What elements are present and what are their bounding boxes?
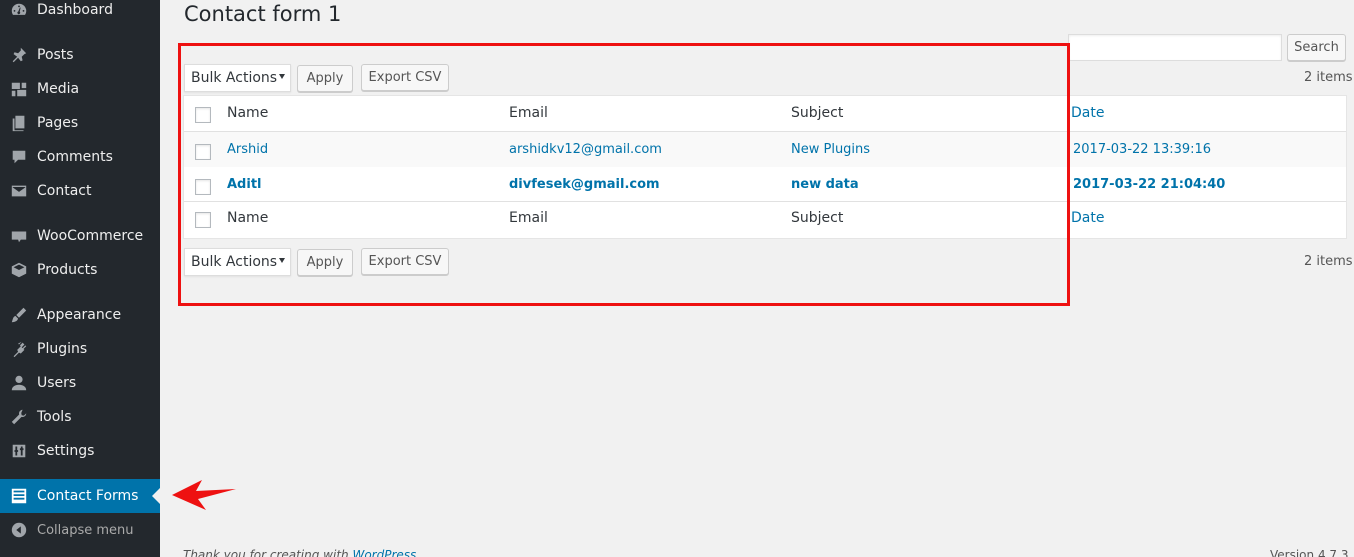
entry-date-link[interactable]: 2017-03-22 13:39:16: [1073, 142, 1211, 157]
sidebar-item-pages[interactable]: Pages: [0, 106, 160, 140]
sidebar-item-contact[interactable]: Contact: [0, 174, 160, 208]
search-input[interactable]: [1068, 34, 1282, 61]
entry-email-link[interactable]: arshidkv12@gmail.com: [509, 142, 662, 157]
export-csv-button-bottom[interactable]: Export CSV: [361, 248, 449, 275]
page-title: Contact form 1: [184, 2, 342, 26]
sidebar-item-label: Tools: [37, 409, 72, 425]
sidebar-item-comments[interactable]: Comments: [0, 140, 160, 174]
column-footer-subject[interactable]: Subject: [791, 210, 843, 226]
woocommerce-icon: [9, 226, 29, 246]
entry-date-link[interactable]: 2017-03-22 21:04:40: [1073, 177, 1225, 192]
footer-thanks: Thank you for creating with WordPress: [183, 548, 416, 557]
admin-sidebar: Dashboard Posts Media Pages Comments Con…: [0, 0, 160, 557]
chevron-down-icon: [279, 258, 285, 263]
sidebar-item-users[interactable]: Users: [0, 366, 160, 400]
apply-button-top[interactable]: Apply: [297, 65, 353, 92]
items-count-bottom: 2 items: [1304, 254, 1353, 269]
table-footer-row: Name Email Subject Date: [184, 202, 1346, 238]
sidebar-item-label: Appearance: [37, 307, 122, 323]
pages-icon: [9, 113, 29, 133]
entries-table: Name Email Subject Date Arshid arshidkv1…: [183, 95, 1347, 239]
wrench-icon: [9, 407, 29, 427]
settings-icon: [9, 441, 29, 461]
entry-email-link[interactable]: divfesek@gmail.com: [509, 177, 660, 192]
sidebar-item-posts[interactable]: Posts: [0, 38, 160, 72]
sidebar-item-dashboard[interactable]: Dashboard: [0, 0, 160, 27]
sidebar-item-label: Posts: [37, 47, 74, 63]
sidebar-item-tools[interactable]: Tools: [0, 400, 160, 434]
column-header-date[interactable]: Date: [1071, 105, 1104, 121]
sidebar-item-label: Media: [37, 81, 80, 97]
sidebar-item-label: Products: [37, 262, 98, 278]
collapse-label: Collapse menu: [37, 522, 134, 538]
user-icon: [9, 373, 29, 393]
select-all-checkbox[interactable]: [195, 107, 211, 123]
sidebar-item-label: Contact: [37, 183, 92, 199]
table-row: Arshid arshidkv12@gmail.com New Plugins …: [184, 132, 1346, 167]
sidebar-item-label: Comments: [37, 149, 113, 165]
bulk-actions-select-top[interactable]: Bulk Actions: [184, 64, 291, 92]
row-checkbox[interactable]: [195, 179, 211, 195]
pin-icon: [9, 45, 29, 65]
wordpress-link[interactable]: WordPress: [352, 548, 416, 557]
apply-button-bottom[interactable]: Apply: [297, 249, 353, 276]
table-row: Aditl divfesek@gmail.com new data 2017-0…: [184, 167, 1346, 202]
red-arrow-annotation: [172, 480, 236, 510]
sidebar-item-appearance[interactable]: Appearance: [0, 298, 160, 332]
list-icon: [9, 486, 29, 506]
sidebar-item-label: Settings: [37, 443, 95, 459]
column-footer-email[interactable]: Email: [509, 210, 548, 226]
bulk-actions-label: Bulk Actions: [191, 70, 278, 86]
sidebar-item-settings[interactable]: Settings: [0, 434, 160, 468]
bulk-actions-label: Bulk Actions: [191, 254, 278, 270]
chevron-down-icon: [279, 74, 285, 79]
search-button[interactable]: Search: [1287, 34, 1346, 61]
sidebar-item-label: Pages: [37, 115, 79, 131]
column-footer-name[interactable]: Name: [227, 210, 268, 226]
sidebar-item-media[interactable]: Media: [0, 72, 160, 106]
items-count-top: 2 items: [1304, 70, 1353, 85]
column-footer-date[interactable]: Date: [1071, 210, 1104, 226]
plug-icon: [9, 339, 29, 359]
bulk-actions-select-bottom[interactable]: Bulk Actions: [184, 248, 291, 276]
column-header-subject[interactable]: Subject: [791, 105, 843, 121]
column-header-email[interactable]: Email: [509, 105, 548, 121]
sidebar-item-label: Plugins: [37, 341, 88, 357]
sidebar-item-plugins[interactable]: Plugins: [0, 332, 160, 366]
row-checkbox[interactable]: [195, 144, 211, 160]
footer-thanks-prefix: Thank you for creating with: [183, 548, 353, 557]
sidebar-item-contact-forms[interactable]: Contact Forms: [0, 479, 160, 513]
sidebar-item-label: Contact Forms: [37, 488, 139, 504]
box-icon: [9, 260, 29, 280]
entry-name-link[interactable]: Arshid: [227, 142, 268, 157]
collapse-menu-button[interactable]: Collapse menu: [0, 513, 160, 547]
sidebar-item-label: Users: [37, 375, 77, 391]
entry-name-link[interactable]: Aditl: [227, 177, 262, 192]
brush-icon: [9, 305, 29, 325]
sidebar-item-label: Dashboard: [37, 2, 113, 18]
entry-subject-link[interactable]: New Plugins: [791, 142, 870, 157]
column-header-name[interactable]: Name: [227, 105, 268, 121]
sidebar-item-label: WooCommerce: [37, 228, 144, 244]
footer-version: Version 4.7.3: [1270, 548, 1349, 557]
media-icon: [9, 79, 29, 99]
dashboard-icon: [9, 0, 29, 20]
collapse-icon: [9, 520, 29, 540]
envelope-icon: [9, 181, 29, 201]
sidebar-item-products[interactable]: Products: [0, 253, 160, 287]
sidebar-item-woocommerce[interactable]: WooCommerce: [0, 219, 160, 253]
entry-subject-link[interactable]: new data: [791, 177, 859, 192]
comment-icon: [9, 147, 29, 167]
export-csv-button-top[interactable]: Export CSV: [361, 64, 449, 91]
table-header-row: Name Email Subject Date: [184, 96, 1346, 132]
select-all-checkbox-footer[interactable]: [195, 212, 211, 228]
